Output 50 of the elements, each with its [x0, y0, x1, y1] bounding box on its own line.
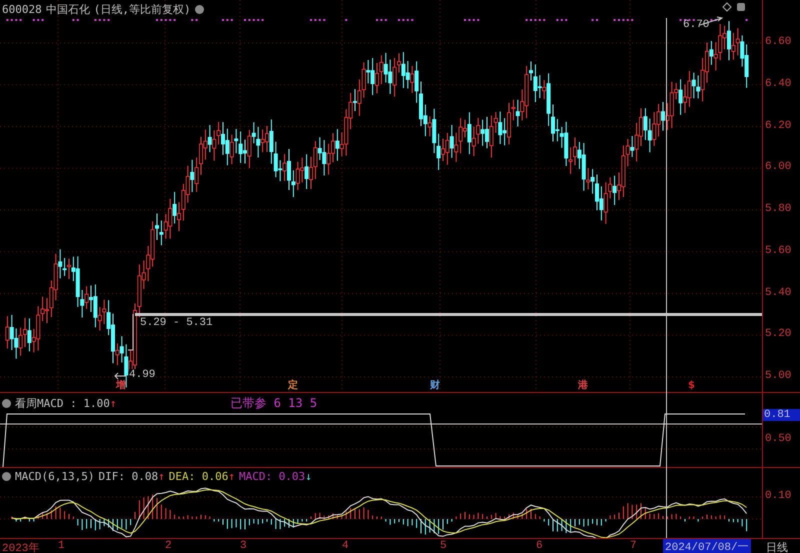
price-axis-label: 6.40: [765, 78, 792, 90]
price-axis-label: 5.00: [765, 370, 792, 382]
period-label: 日线: [766, 540, 788, 553]
crosshair-date-label: 2024/07/08/一: [663, 539, 751, 553]
stock-code: 600028: [2, 3, 42, 16]
price-axis-label: 6.60: [765, 36, 792, 48]
time-axis-label: 6: [536, 540, 543, 552]
price-axis-label: 5.20: [765, 328, 792, 340]
window-icon[interactable]: [737, 3, 745, 11]
event-marker[interactable]: 定: [288, 380, 298, 391]
price-axis-label: 5.60: [765, 244, 792, 257]
axis-label: 0.50: [765, 433, 792, 445]
collapse-icon[interactable]: [2, 472, 11, 481]
price-axis-label: 5.40: [765, 286, 792, 298]
chart-mode: (日线,等比前复权): [94, 2, 191, 17]
collapse-icon[interactable]: [194, 5, 204, 14]
time-axis-label: 4: [342, 540, 349, 552]
event-marker[interactable]: $: [688, 380, 695, 391]
event-marker[interactable]: 港: [578, 380, 588, 391]
indicator-value: DIF: 0.08: [98, 470, 158, 483]
trend-arrow: ↓: [305, 470, 312, 483]
trend-arrow: ↑: [228, 470, 235, 483]
axis-label: 0.10: [765, 490, 792, 502]
low-price-label: 4.99: [129, 369, 156, 381]
arrow-icon: [114, 372, 126, 380]
time-axis-label: 2: [165, 540, 172, 552]
collapse-icon[interactable]: [2, 399, 11, 408]
time-axis-label: 7: [630, 540, 637, 552]
time-axis-label: 2023年: [2, 541, 40, 553]
current-value-label: 0.81: [763, 409, 800, 421]
price-axis-label: 5.80: [765, 203, 792, 215]
event-marker[interactable]: 增: [116, 380, 126, 391]
trend-arrow: ↑: [158, 470, 165, 483]
price-axis-label: 6.00: [765, 161, 792, 174]
time-axis-label: 5: [440, 540, 447, 552]
indicator-title: 看周MACD : 1.00: [15, 396, 110, 411]
time-axis-label: 3: [240, 540, 247, 552]
indicator-value: DEA: 0.06: [168, 470, 228, 483]
high-price-label: 6.70: [683, 19, 710, 31]
leader-line: [128, 314, 134, 350]
indicator-value: MACD: 0.03: [238, 470, 306, 483]
indicator-params: 已带参 6 13 5: [230, 395, 318, 412]
trend-arrow: ↑: [110, 397, 116, 410]
time-axis-label: 1: [58, 540, 65, 552]
price-axis-label: 6.20: [765, 120, 792, 132]
diamond-icon[interactable]: [722, 2, 732, 12]
indicator-value: MACD(6,13,5): [15, 470, 94, 483]
price-range-label: 5.29 - 5.31: [140, 317, 213, 329]
event-marker[interactable]: 财: [430, 380, 440, 391]
stock-name: 中国石化: [46, 2, 90, 17]
